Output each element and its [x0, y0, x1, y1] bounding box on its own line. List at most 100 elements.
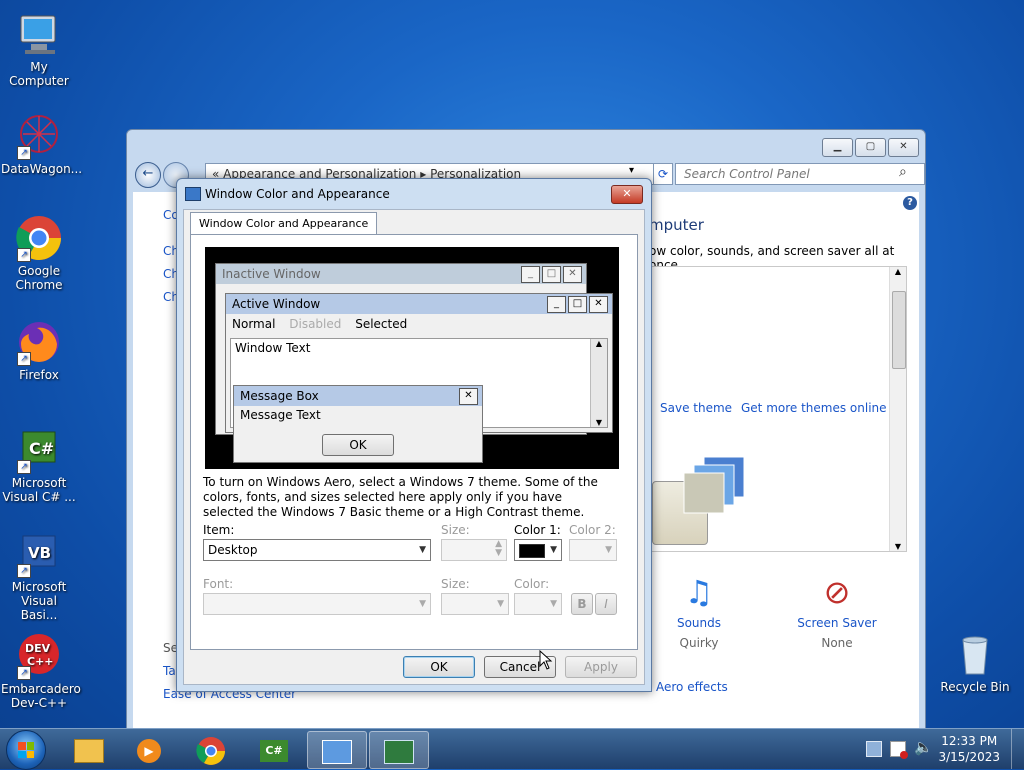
- firefox-icon: ↗: [15, 318, 63, 366]
- close-button[interactable]: ✕: [888, 138, 919, 157]
- color2-label: Color 2:: [569, 523, 616, 537]
- taskbar-explorer[interactable]: [60, 731, 118, 767]
- screensaver-tile[interactable]: ⊘ Screen Saver None: [789, 568, 885, 650]
- menu-disabled[interactable]: Disabled: [289, 317, 341, 331]
- start-button[interactable]: [6, 730, 46, 770]
- desktop-icon-dev-cpp[interactable]: DEV C++ ↗ Embarcadero Dev-C++: [1, 632, 81, 710]
- minimize-button[interactable]: ▁: [822, 138, 853, 157]
- font-color-picker[interactable]: ▼: [514, 593, 562, 615]
- search-icon[interactable]: ⌕: [899, 164, 907, 180]
- appearance-preview[interactable]: Inactive Window _ □ ✕ Active Window _ □ ✕ No…: [205, 247, 619, 469]
- volume-icon[interactable]: 🔈: [914, 738, 933, 756]
- menu-normal[interactable]: Normal: [232, 317, 275, 331]
- desktop-icon-datawagon[interactable]: ↗ DataWagon...: [1, 112, 82, 176]
- chevron-down-icon: ▼: [497, 599, 504, 609]
- shortcut-arrow-icon: ↗: [17, 666, 31, 680]
- action-center-icon[interactable]: [890, 741, 908, 759]
- chevron-down-icon: ▼: [605, 545, 612, 555]
- visual-basic-icon: VB ↗: [15, 530, 63, 578]
- inactive-window-title: Inactive Window: [222, 267, 321, 281]
- bold-button[interactable]: B: [571, 593, 593, 615]
- shortcut-arrow-icon: ↗: [17, 460, 31, 474]
- inactive-title-bar: Inactive Window _ □ ✕: [216, 264, 586, 284]
- refresh-icon[interactable]: ⟳: [653, 163, 673, 185]
- search-input[interactable]: Search Control Panel: [675, 163, 925, 185]
- sounds-tile[interactable]: ♫ Sounds Quirky: [651, 568, 747, 650]
- dialog-title: Window Color and Appearance: [205, 187, 390, 201]
- scroll-down-icon[interactable]: ▼: [890, 542, 906, 551]
- screensaver-label[interactable]: Screen Saver: [789, 616, 885, 630]
- close-icon: ✕: [563, 266, 582, 283]
- msgbox-title-bar: Message Box ✕: [234, 386, 482, 406]
- desktop-icon-label: Google Chrome: [15, 264, 63, 292]
- preview-scrollbar: ▲ ▼: [590, 339, 607, 427]
- svg-text:DEV: DEV: [25, 642, 51, 655]
- msgbox-ok-button[interactable]: OK: [322, 434, 394, 456]
- help-icon[interactable]: ?: [903, 196, 917, 210]
- taskbar-control-panel[interactable]: [307, 731, 367, 769]
- desktop-icon-my-computer[interactable]: My Computer: [1, 10, 77, 88]
- apply-button[interactable]: Apply: [565, 656, 637, 678]
- back-button[interactable]: ←: [135, 162, 161, 188]
- save-theme-link[interactable]: Save theme: [660, 401, 732, 415]
- desktop-icon-recycle-bin[interactable]: Recycle Bin: [937, 630, 1013, 694]
- font-select[interactable]: ▼: [203, 593, 431, 615]
- window-color-appearance-dialog[interactable]: Window Color and Appearance ✕ Window Col…: [176, 178, 652, 692]
- taskbar-media-player[interactable]: ▶: [120, 731, 178, 767]
- sounds-icon: ♫: [684, 573, 714, 611]
- scrollbar[interactable]: ▲ ▼: [889, 267, 906, 551]
- italic-button[interactable]: I: [595, 593, 617, 615]
- tab-window-color-appearance[interactable]: Window Color and Appearance: [190, 212, 378, 234]
- system-clock[interactable]: 12:33 PM 3/15/2023: [938, 733, 1000, 765]
- sounds-label[interactable]: Sounds: [651, 616, 747, 630]
- taskbar-display-properties[interactable]: [369, 731, 429, 769]
- desktop-icon-label: Firefox: [19, 368, 59, 382]
- themes-list[interactable]: Save theme Get more themes online ▲ ▼: [649, 266, 907, 552]
- show-desktop-button[interactable]: [1011, 729, 1024, 769]
- desktop-icon-visual-csharp[interactable]: C# ↗ Microsoft Visual C# ...: [1, 426, 77, 504]
- clock-time: 12:33 PM: [941, 734, 998, 748]
- desktop-icon-label: Microsoft Visual C# ...: [2, 476, 76, 504]
- color1-picker[interactable]: ▼: [514, 539, 562, 561]
- scroll-up-icon[interactable]: ▲: [890, 267, 906, 276]
- taskbar-link[interactable]: Ta: [163, 664, 176, 678]
- color2-picker[interactable]: ▼: [569, 539, 617, 561]
- address-dropdown-icon[interactable]: ▾: [629, 165, 634, 176]
- taskbar-chrome[interactable]: [182, 731, 240, 767]
- desktop-icon-google-chrome[interactable]: ↗ Google Chrome: [1, 214, 77, 292]
- folder-icon: [74, 738, 104, 763]
- network-icon[interactable]: [866, 741, 882, 757]
- scroll-up-icon: ▲: [595, 339, 603, 348]
- maximize-button[interactable]: ▢: [855, 138, 886, 157]
- active-title-bar: Active Window _ □ ✕: [226, 294, 612, 314]
- chevron-down-icon: ▼: [550, 545, 557, 555]
- item-select-value: Desktop: [208, 543, 258, 557]
- desktop-icon-label: Embarcadero Dev-C++: [1, 682, 81, 710]
- font-size-select[interactable]: ▼: [441, 593, 509, 615]
- dialog-close-button[interactable]: ✕: [611, 185, 643, 204]
- window-caption-buttons: ▁ ▢ ✕: [822, 138, 919, 157]
- item-select[interactable]: Desktop ▼: [203, 539, 431, 561]
- maximize-icon: □: [568, 296, 587, 313]
- font-color-label: Color:: [514, 577, 550, 591]
- maximize-icon: □: [542, 266, 561, 283]
- datawagon-icon: ↗: [15, 112, 63, 160]
- screensaver-value: None: [821, 636, 853, 650]
- close-icon: ✕: [589, 296, 608, 313]
- get-more-themes-link[interactable]: Get more themes online: [741, 401, 887, 415]
- color1-label: Color 1:: [514, 523, 561, 537]
- desktop-icon-label: Microsoft Visual Basi...: [11, 580, 67, 622]
- desktop-icon-firefox[interactable]: ↗ Firefox: [1, 318, 77, 382]
- taskbar-visual-csharp[interactable]: C#: [245, 731, 303, 767]
- ok-button[interactable]: OK: [403, 656, 475, 678]
- size-spinner[interactable]: ▲ ▼: [441, 539, 507, 561]
- theme-slideshow-icon: [680, 453, 760, 523]
- scroll-thumb[interactable]: [892, 291, 906, 369]
- preview-message-box[interactable]: Message Box ✕ Message Text OK: [233, 385, 483, 463]
- desktop-icon-visual-basic[interactable]: VB ↗ Microsoft Visual Basi...: [1, 530, 77, 622]
- shortcut-arrow-icon: ↗: [17, 564, 31, 578]
- aero-info-text: To turn on Windows Aero, select a Window…: [203, 475, 598, 519]
- aero-effects-link[interactable]: Aero effects: [656, 680, 728, 694]
- menu-selected[interactable]: Selected: [355, 317, 407, 331]
- tab-panel: Inactive Window _ □ ✕ Active Window _ □ ✕ No…: [190, 234, 638, 650]
